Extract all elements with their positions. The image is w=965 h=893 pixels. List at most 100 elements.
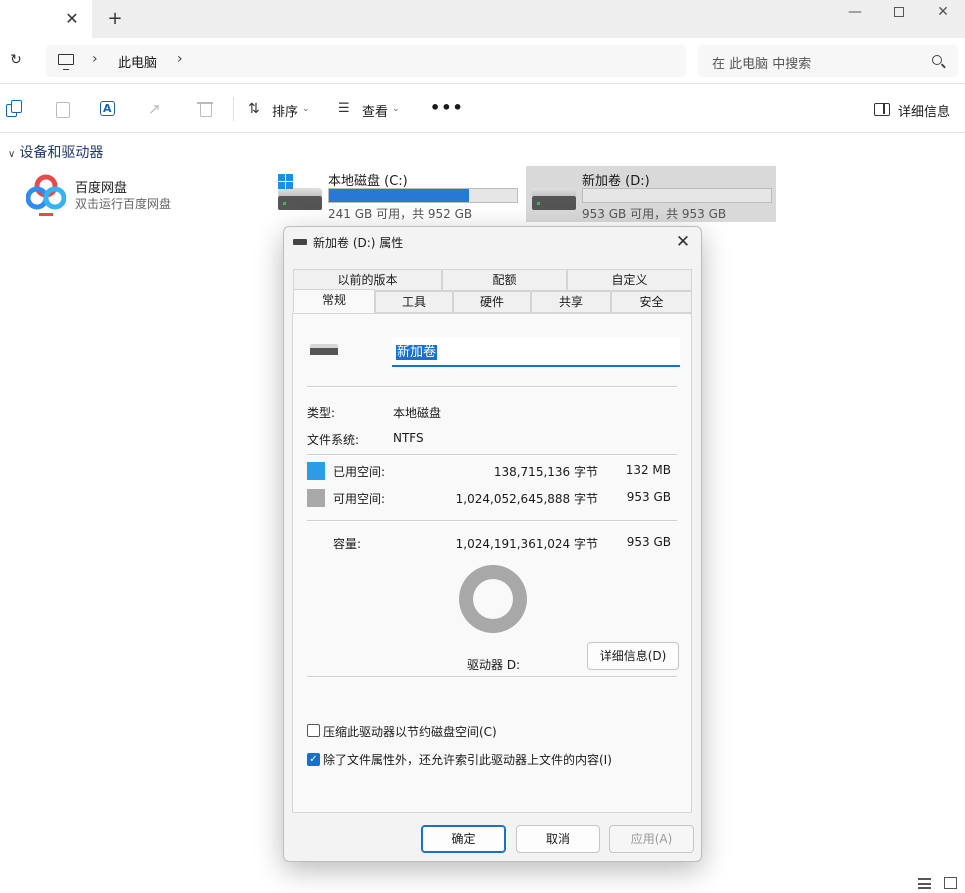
delete-icon[interactable] [196,100,214,118]
apply-button[interactable]: 应用(A) [609,825,694,853]
baidu-netdisk-subtitle: 双击运行百度网盘 [75,197,172,211]
breadcrumb[interactable]: › 此电脑 › [46,45,686,77]
free-space-swatch [307,489,325,507]
chevron-right-icon[interactable]: › [92,51,98,67]
hard-drive-icon [532,188,576,210]
tab-security[interactable]: 安全 [611,291,692,313]
drive-name: 新加卷 (D:) [582,174,650,189]
address-bar: ↻ › 此电脑 › 在 此电脑 中搜索 [0,38,965,84]
ok-button[interactable]: 确定 [421,825,506,853]
cancel-button[interactable]: 取消 [516,825,600,853]
capacity-label: 容量: [333,537,362,551]
divider [307,520,677,522]
chevron-down-icon[interactable]: ⌄ [302,101,310,117]
paste-icon[interactable] [54,100,72,118]
refresh-icon[interactable]: ↻ [6,50,26,70]
view-button[interactable]: 查看 [362,101,388,120]
drive-icon [293,239,307,245]
index-checkbox[interactable]: ✓ [307,753,320,766]
type-label: 类型: [307,406,336,420]
share-icon[interactable]: ↗ [148,100,166,118]
general-tab-panel: 新加卷 类型: 本地磁盘 文件系统: NTFS 已用空间: 138,715,13… [292,313,692,813]
drive-usage-fill [329,189,470,202]
drive-c[interactable]: 本地磁盘 (C:) 241 GB 可用，共 952 GB [272,166,522,222]
command-divider [233,97,234,121]
title-bar: ✕ + — ✕ [0,0,965,38]
search-icon[interactable] [932,55,942,65]
baidu-netdisk-title[interactable]: 百度网盘 [75,177,127,196]
search-input[interactable]: 在 此电脑 中搜索 [698,45,958,77]
properties-dialog: 新加卷 (D:) 属性 ✕ 以前的版本 配额 自定义 常规 工具 硬件 共享 安… [283,226,702,862]
maximize-button[interactable] [876,0,922,26]
close-window-button[interactable]: ✕ [920,0,965,26]
tab-hardware[interactable]: 硬件 [453,291,531,313]
index-label[interactable]: 除了文件属性外，还允许索引此驱动器上文件的内容(I) [323,751,612,768]
file-system-label: 文件系统: [307,433,360,447]
search-placeholder: 在 此电脑 中搜索 [712,57,812,72]
capacity-bytes: 1,024,191,361,024 字节 [455,537,598,551]
tab-close-icon[interactable]: ✕ [62,8,82,30]
volume-name-field[interactable]: 新加卷 [392,337,680,367]
drive-letter-label: 驱动器 D: [467,658,521,672]
tab-customize[interactable]: 自定义 [567,269,692,291]
divider [307,454,677,456]
tiles-view-icon[interactable] [944,877,957,889]
tab-general[interactable]: 常规 [293,289,375,313]
divider [307,676,677,678]
tab-tools[interactable]: 工具 [375,291,453,313]
used-space-swatch [307,462,325,480]
view-mode-toggle [918,876,962,892]
volume-name-text: 新加卷 [396,345,438,360]
free-space-size: 953 GB [626,490,671,504]
used-space-bytes: 138,715,136 字节 [493,465,598,479]
tab-sharing[interactable]: 共享 [531,291,611,313]
chevron-down-icon[interactable]: ⌄ [392,101,400,117]
details-view-icon[interactable] [918,878,931,889]
dialog-title: 新加卷 (D:) 属性 [313,236,404,250]
used-space-label: 已用空间: [333,465,386,479]
hard-drive-icon [278,188,322,210]
drive-usage-bar [328,188,518,203]
free-space-label: 可用空间: [333,492,386,506]
view-icon[interactable]: ☰ [338,100,350,118]
browser-tab[interactable]: ✕ [0,0,92,38]
drive-free-space: 953 GB 可用，共 953 GB [582,207,727,221]
details-button[interactable]: 详细信息 [898,101,950,120]
disk-usage-donut [459,565,527,633]
sort-button[interactable]: 排序 [272,101,298,120]
chevron-right-icon[interactable]: › [177,51,183,67]
used-space-size: 132 MB [625,463,671,477]
free-space-bytes: 1,024,052,645,888 字节 [455,492,598,506]
windows-logo-icon [278,174,294,190]
details-pane-icon[interactable] [874,103,890,116]
capacity-size: 953 GB [626,535,671,549]
compress-label[interactable]: 压缩此驱动器以节约磁盘空间(C) [323,723,497,740]
tab-previous-versions[interactable]: 以前的版本 [293,269,442,291]
tab-quota[interactable]: 配额 [442,269,567,291]
command-bar: A ↗ ⇅ 排序 ⌄ ☰ 查看 ⌄ ••• 详细信息 [0,85,965,133]
baidu-netdisk-icon[interactable] [26,173,66,217]
close-icon[interactable]: ✕ [672,231,694,253]
type-value: 本地磁盘 [393,406,442,420]
section-title: 设备和驱动器 [19,145,104,161]
drive-usage-bar [582,188,772,203]
rename-icon[interactable]: A [100,100,118,118]
section-header-devices[interactable]: ∨ 设备和驱动器 [8,142,103,162]
drive-icon [310,344,338,358]
drive-free-space: 241 GB 可用，共 952 GB [328,207,473,221]
compress-checkbox[interactable] [307,724,320,737]
breadcrumb-this-pc[interactable]: 此电脑 [118,52,157,71]
copy-icon[interactable] [6,100,24,118]
sort-icon[interactable]: ⇅ [248,100,260,118]
new-tab-icon[interactable]: + [104,8,126,30]
chevron-down-icon[interactable]: ∨ [8,149,15,160]
drive-name: 本地磁盘 (C:) [328,174,408,189]
maximize-icon [894,7,904,17]
more-options-button[interactable]: ••• [430,98,464,117]
drive-d[interactable]: 新加卷 (D:) 953 GB 可用，共 953 GB [526,166,776,222]
minimize-button[interactable]: — [832,0,878,26]
disk-details-button[interactable]: 详细信息(D) [587,642,679,670]
computer-icon [58,54,74,70]
file-system-value: NTFS [393,431,424,445]
divider [307,386,677,388]
